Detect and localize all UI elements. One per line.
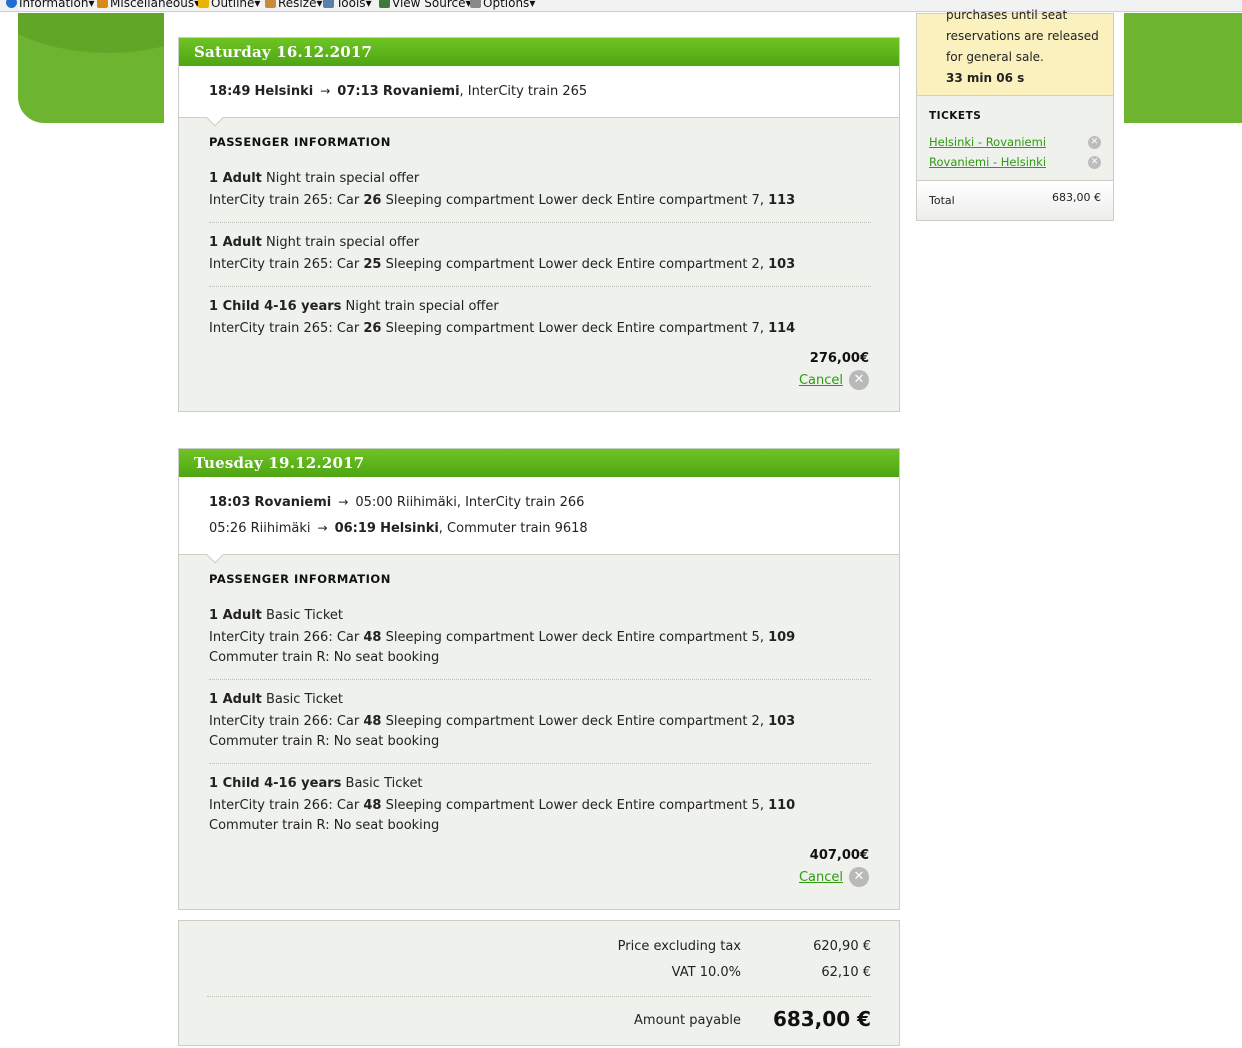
ticket-item: Helsinki - Rovaniemi ✕ xyxy=(929,135,1101,151)
toolbar-view-source[interactable]: View Source▾ xyxy=(379,0,472,10)
options-icon xyxy=(470,0,481,8)
folder-icon xyxy=(97,0,108,8)
passenger-item: 1 Adult Basic Ticket InterCity train 266… xyxy=(209,608,796,665)
passenger-item: 1 Child 4-16 years Night train special o… xyxy=(209,299,796,336)
passenger-item: 1 Child 4-16 years Basic Ticket InterCit… xyxy=(209,776,796,833)
arrow-right-icon: → xyxy=(317,521,328,535)
divider xyxy=(207,996,871,997)
ticket-item: Rovaniemi - Helsinki ✕ xyxy=(929,155,1101,171)
cancel-link[interactable]: Cancel xyxy=(799,870,843,885)
header-green-band-right xyxy=(1124,13,1242,123)
close-icon[interactable]: ✕ xyxy=(849,370,869,390)
toolbar-resize[interactable]: Resize▾ xyxy=(265,0,322,10)
cancel-link[interactable]: Cancel xyxy=(799,373,843,388)
passenger-item: 1 Adult Night train special offer InterC… xyxy=(209,235,796,272)
toolbar-information[interactable]: Information▾ xyxy=(6,0,95,10)
cart-sidebar: purchases until seat reservations are re… xyxy=(916,8,1114,221)
wrench-icon xyxy=(323,0,334,8)
divider xyxy=(209,286,871,287)
ticket-link[interactable]: Helsinki - Rovaniemi xyxy=(929,135,1046,149)
passenger-item: 1 Adult Basic Ticket InterCity train 266… xyxy=(209,692,796,749)
passenger-item: 1 Adult Night train special offer InterC… xyxy=(209,171,796,208)
journey-price: 276,00€ xyxy=(809,351,869,366)
toolbar-miscellaneous[interactable]: Miscellaneous▾ xyxy=(97,0,200,10)
arrow-right-icon: → xyxy=(338,495,349,509)
cancel-journey[interactable]: Cancel ✕ xyxy=(799,867,869,887)
remove-icon[interactable]: ✕ xyxy=(1088,156,1101,169)
journey-date: Saturday 16.12.2017 xyxy=(179,38,899,66)
journey-panel-return: Tuesday 19.12.2017 18:03 Rovaniemi → 05:00… xyxy=(178,448,900,910)
divider xyxy=(209,222,871,223)
passenger-info-title: PASSENGER INFORMATION xyxy=(209,572,391,586)
divider xyxy=(209,763,871,764)
route-leg: 05:26 Riihimäki → 06:19 Helsinki, Commuter… xyxy=(209,521,588,536)
sidebar-total: Total 683,00 € xyxy=(917,180,1113,220)
journey-date: Tuesday 19.12.2017 xyxy=(179,449,899,477)
toolbar-options[interactable]: Options▾ xyxy=(470,0,535,10)
close-icon[interactable]: ✕ xyxy=(849,867,869,887)
route-leg: 18:03 Rovaniemi → 05:00 Riihimäki, InterCi… xyxy=(209,495,585,510)
route-summary: 18:03 Rovaniemi → 05:00 Riihimäki, InterCi… xyxy=(179,477,899,564)
journey-panel-outbound: Saturday 16.12.2017 18:49 Helsinki → 07:13… xyxy=(178,37,900,412)
route-summary: 18:49 Helsinki → 07:13 Rovaniemi, InterCit… xyxy=(179,66,899,127)
arrow-right-icon: → xyxy=(320,84,331,98)
divider xyxy=(209,679,871,680)
journey-price: 407,00€ xyxy=(809,848,869,863)
header-green-band-left xyxy=(18,13,164,123)
cancel-journey[interactable]: Cancel ✕ xyxy=(799,370,869,390)
reservation-timer-notice: purchases until seat reservations are re… xyxy=(917,8,1113,96)
timer-value: 33 min 06 s xyxy=(946,71,1025,85)
price-summary: Price excluding tax 620,90 € VAT 10.0% 6… xyxy=(178,920,900,1046)
remove-icon[interactable]: ✕ xyxy=(1088,136,1101,149)
passenger-info-title: PASSENGER INFORMATION xyxy=(209,135,391,149)
source-icon xyxy=(379,0,390,8)
amount-payable: 683,00 € xyxy=(772,1007,871,1031)
route-leg: 18:49 Helsinki → 07:13 Rovaniemi, InterCit… xyxy=(209,84,588,99)
toolbar-outline[interactable]: Outline▾ xyxy=(198,0,260,10)
tickets-title: TICKETS xyxy=(929,110,982,122)
ruler-icon xyxy=(265,0,276,8)
info-icon xyxy=(6,0,17,8)
toolbar-tools[interactable]: Tools▾ xyxy=(323,0,372,10)
pencil-icon xyxy=(198,0,209,8)
ticket-link[interactable]: Rovaniemi - Helsinki xyxy=(929,155,1046,169)
